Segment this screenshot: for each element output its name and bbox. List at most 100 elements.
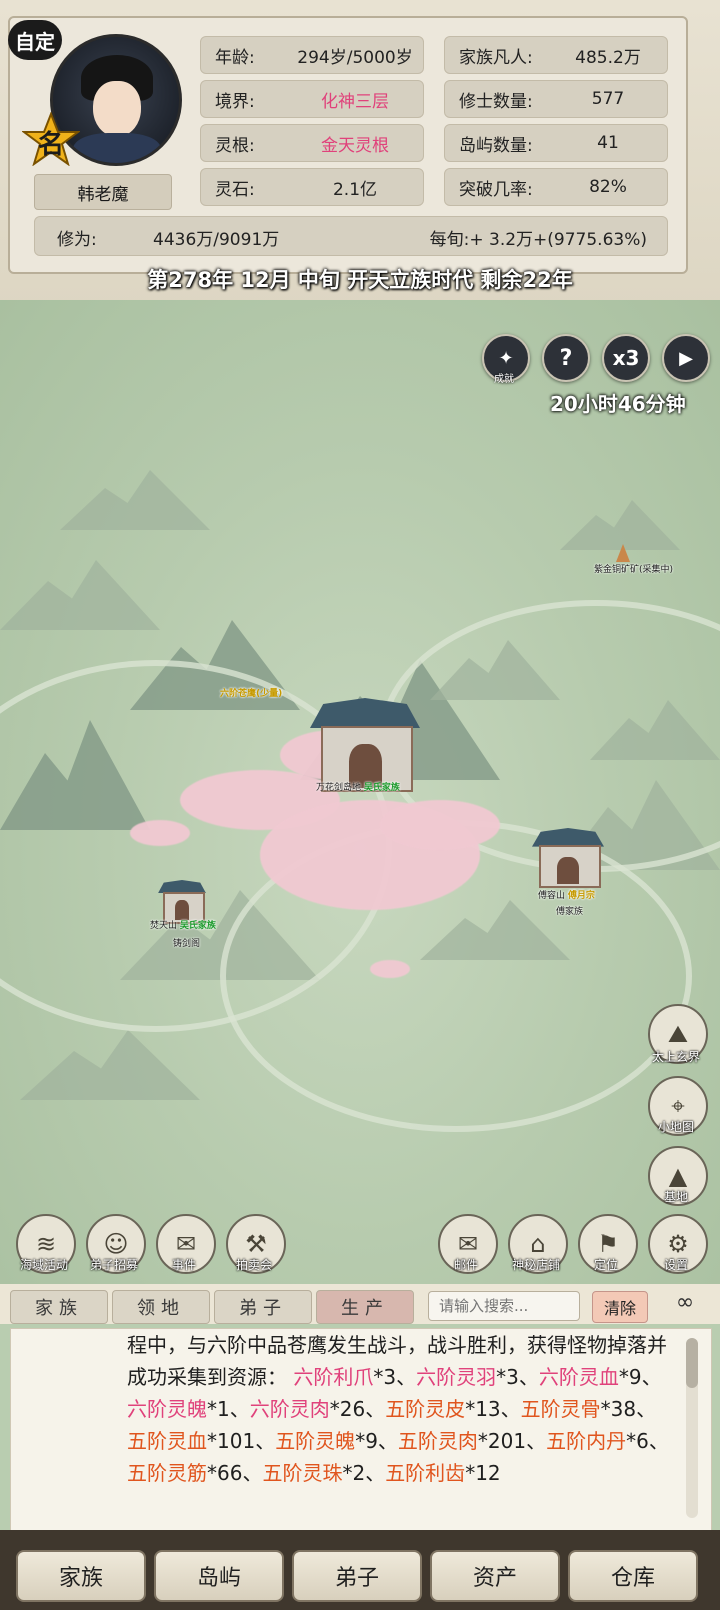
tab-disciples[interactable]: 弟子 xyxy=(214,1290,312,1324)
loot-separator: 、 xyxy=(641,1365,662,1389)
loot-separator: 、 xyxy=(255,1429,276,1453)
loot-item-qty: *9 xyxy=(618,1365,642,1389)
speed-button[interactable]: x3 xyxy=(602,334,650,382)
log-message: 程中，与六阶中品苍鹰发生战斗，战斗胜利，获得怪物掉落并成功采集到资源： 六阶利爪… xyxy=(127,1329,675,1489)
shop-icon: ⌂ xyxy=(530,1230,546,1258)
nav-family[interactable]: 家族 xyxy=(16,1550,146,1602)
settings-label: 设置 xyxy=(663,1258,688,1272)
stat-label: 突破几率: xyxy=(459,179,533,200)
mystery-shop-label: 神秘店铺 xyxy=(511,1258,560,1272)
nav-islands[interactable]: 岛屿 xyxy=(154,1550,284,1602)
loot-item-name: 五阶灵血 xyxy=(127,1429,207,1453)
stat-value: 金天灵根 xyxy=(321,135,389,156)
mountain-icon: ⛰ xyxy=(667,1020,689,1048)
search-input[interactable] xyxy=(428,1291,580,1321)
scroll-icon: ✉ xyxy=(175,1230,197,1258)
stat-label: 灵根: xyxy=(215,135,255,156)
per-turn-gain: 每旬:+ 3.2万+(9775.63%) xyxy=(429,230,647,250)
wave-icon: ≋ xyxy=(35,1230,57,1258)
loot-item-name: 五阶灵珠 xyxy=(262,1461,343,1485)
loot-item-qty: *26 xyxy=(329,1397,366,1421)
stat-cultivators: 修士数量: 577 xyxy=(444,80,668,118)
chain-link-icon[interactable]: ∞ xyxy=(660,1290,710,1322)
flag-icon: ⚑ xyxy=(597,1230,619,1258)
mail-icon: ✉ xyxy=(457,1230,479,1258)
eagle-label[interactable]: 六阶苍鹰(少量) xyxy=(220,686,282,699)
loot-item-qty: *38 xyxy=(600,1397,637,1421)
loot-item-name: 五阶灵肉 xyxy=(397,1429,478,1453)
clear-button[interactable]: 清除 xyxy=(592,1291,648,1323)
loot-separator: 、 xyxy=(365,1397,386,1421)
tab-territory[interactable]: 领地 xyxy=(112,1290,210,1324)
nav-warehouse[interactable]: 仓库 xyxy=(568,1550,698,1602)
loot-separator: 、 xyxy=(648,1429,669,1453)
loot-item-name: 五阶灵魄 xyxy=(275,1429,356,1453)
loot-separator: 、 xyxy=(518,1365,539,1389)
mine-label: 紫金铜矿矿(采集中) xyxy=(594,565,674,575)
name-badge-char: 名 xyxy=(38,130,65,160)
west-island-sublabel: 铸剑阁 xyxy=(173,939,201,949)
stat-label: 境界: xyxy=(215,91,255,112)
recruit-label: 弟子招募 xyxy=(89,1258,138,1272)
play-icon: ▶ xyxy=(679,347,693,369)
loot-item-qty: *13 xyxy=(465,1397,501,1421)
stat-value: 577 xyxy=(591,89,625,109)
world-map[interactable]: 紫金铜矿矿(采集中) 六阶苍鹰(少量) 万花剑岛地 吴氏家族 焚天山 吴氏家族 … xyxy=(0,300,720,1300)
nav-disciples[interactable]: 弟子 xyxy=(292,1550,422,1602)
east-island-label: 傅容山 傅月宗 xyxy=(538,891,595,901)
base-mountain-icon: ▲ xyxy=(668,1162,688,1190)
event-log: 程中，与六阶中品苍鹰发生战斗，战斗胜利，获得怪物掉落并成功采集到资源： 六阶利爪… xyxy=(10,1328,712,1532)
stat-islands: 岛屿数量: 41 xyxy=(444,124,668,162)
tab-family[interactable]: 家族 xyxy=(10,1290,108,1324)
loot-item-qty: *3 xyxy=(496,1365,519,1389)
loot-separator: 、 xyxy=(377,1429,398,1453)
west-island-label: 焚天山 吴氏家族 xyxy=(150,921,216,931)
loot-separator: 、 xyxy=(396,1365,417,1389)
east-gate[interactable] xyxy=(532,828,604,890)
custom-badge-button[interactable]: 自定 xyxy=(8,20,62,60)
stat-label: 家族凡人: xyxy=(459,47,533,68)
loot-separator: 、 xyxy=(500,1397,521,1421)
stat-label: 岛屿数量: xyxy=(459,135,533,156)
east-island-sublabel: 傅家族 xyxy=(556,907,584,917)
upper-realm-label: 太上玄界 xyxy=(651,1050,700,1064)
minimap-label: 小地图 xyxy=(657,1120,694,1134)
stat-realm: 境界: 化神三层 xyxy=(200,80,424,118)
stat-mortals: 家族凡人: 485.2万 xyxy=(444,36,668,74)
map-pin-icon: ⌖ xyxy=(671,1092,685,1120)
stat-value: 41 xyxy=(597,133,619,153)
loot-item-name: 六阶灵羽 xyxy=(416,1365,497,1389)
log-scrollbar[interactable] xyxy=(686,1338,698,1518)
loot-item-qty: *101 xyxy=(207,1429,256,1453)
cultivation-value: 4436万/9091万 xyxy=(153,230,280,250)
loot-item-qty: *12 xyxy=(465,1461,501,1485)
help-button[interactable]: ? xyxy=(542,334,590,382)
loot-item-name: 五阶利齿 xyxy=(385,1461,466,1485)
loot-item-name: 六阶灵肉 xyxy=(249,1397,330,1421)
person-icon: ☺ xyxy=(103,1230,129,1258)
loot-separator: 、 xyxy=(526,1429,547,1453)
main-island-label: 万花剑岛地 吴氏家族 xyxy=(316,783,400,793)
name-star-icon[interactable]: 名 xyxy=(21,111,81,167)
stat-spirit-stones: 灵石: 2.1亿 xyxy=(200,168,424,206)
base-label: 基地 xyxy=(663,1190,688,1204)
loot-item-name: 五阶灵皮 xyxy=(385,1397,466,1421)
stat-value: 294岁/5000岁 xyxy=(297,47,413,68)
loot-item-name: 六阶灵魄 xyxy=(127,1397,207,1421)
loot-item-name: 六阶灵血 xyxy=(538,1365,619,1389)
stat-age: 年龄: 294岁/5000岁 xyxy=(200,36,424,74)
stat-value: 82% xyxy=(589,177,627,197)
achievement-icon: ✦ xyxy=(498,347,514,369)
loot-item-qty: *6 xyxy=(626,1429,649,1453)
play-button[interactable]: ▶ xyxy=(662,334,710,382)
stat-label: 年龄: xyxy=(215,47,255,68)
cultivation-label: 修为: xyxy=(57,230,97,250)
loot-item-name: 五阶内丹 xyxy=(546,1429,627,1453)
stat-value: 485.2万 xyxy=(575,47,641,68)
loot-item-qty: *9 xyxy=(355,1429,378,1453)
stat-breakthrough: 突破几率: 82% xyxy=(444,168,668,206)
nav-assets[interactable]: 资产 xyxy=(430,1550,560,1602)
gavel-icon: ⚒ xyxy=(245,1230,267,1258)
tab-production[interactable]: 生产 xyxy=(316,1290,414,1324)
loot-item-qty: *1 xyxy=(207,1397,230,1421)
